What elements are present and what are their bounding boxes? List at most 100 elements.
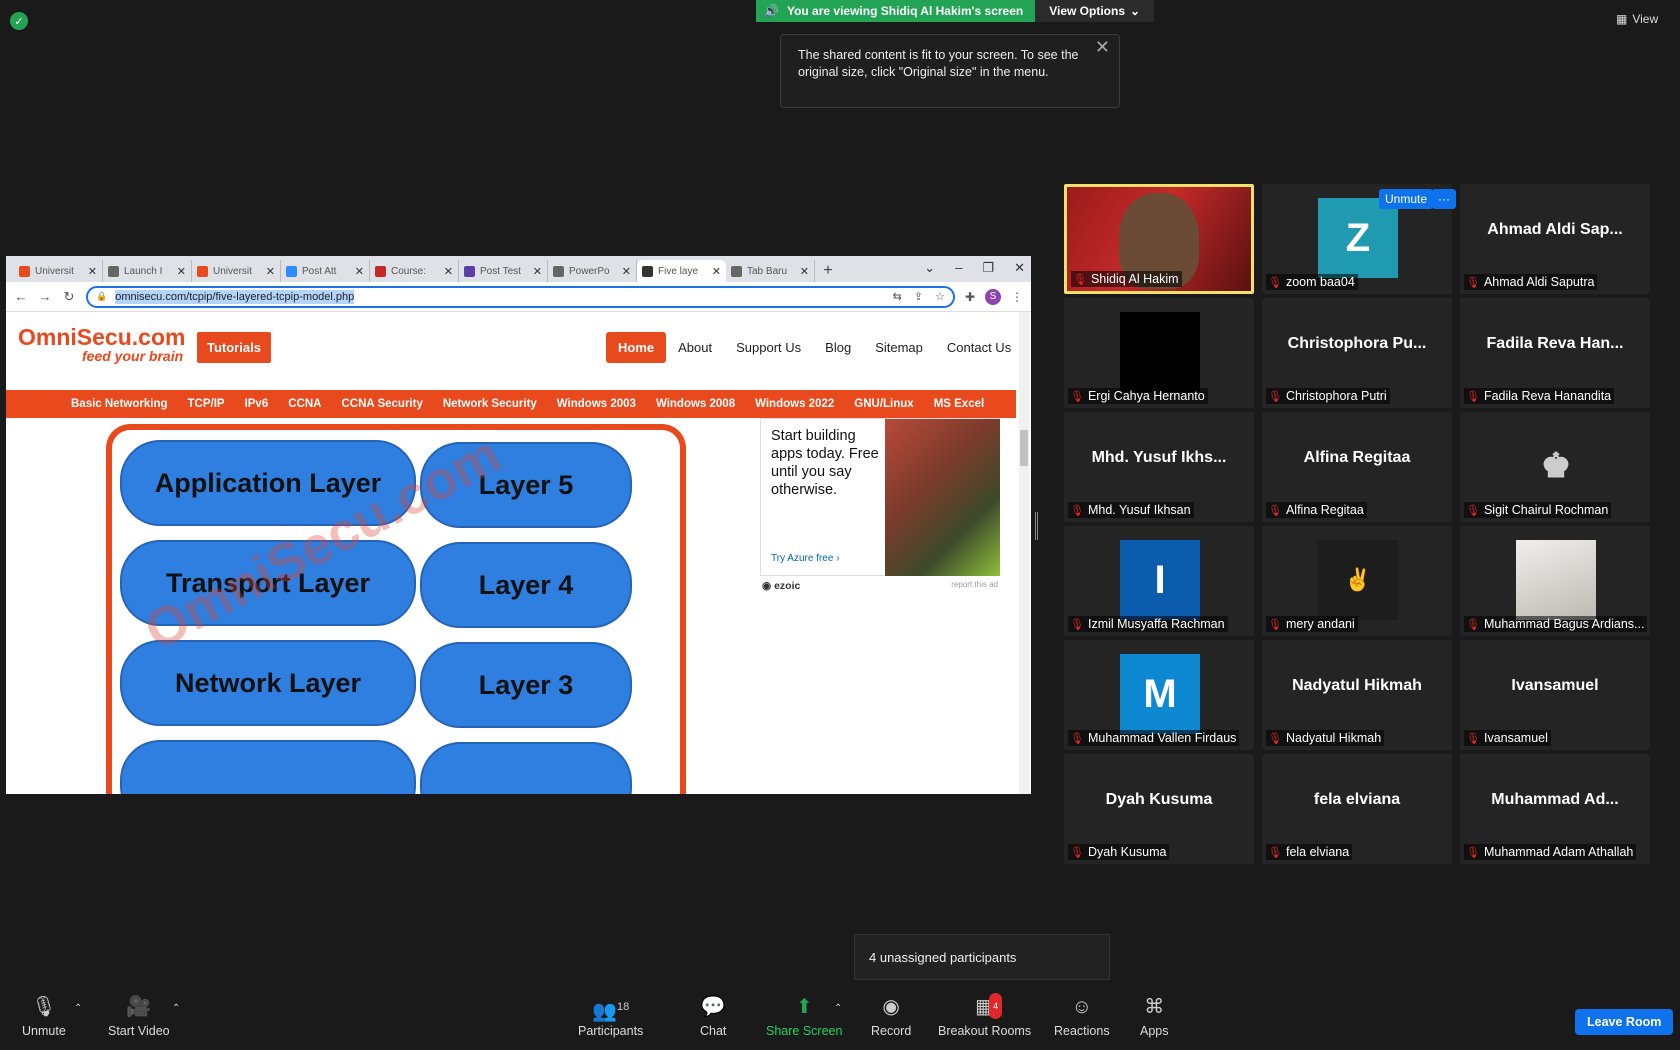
participant-tile[interactable]: Alfina Regitaa 🎙 Alfina Regitaa xyxy=(1262,412,1452,522)
participant-more-button[interactable]: ··· xyxy=(1432,189,1456,209)
participant-name: Dyah Kusuma xyxy=(1087,845,1167,859)
participants-button[interactable]: 👥18 Participants xyxy=(578,995,643,1038)
participant-tile[interactable]: I 🎙 Izmil Musyaffa Rachman xyxy=(1064,526,1254,636)
category-link[interactable]: Network Security xyxy=(433,398,547,410)
category-link[interactable]: Windows 2022 xyxy=(745,398,844,410)
participant-display-name: Mhd. Yusuf Ikhs... xyxy=(1091,449,1227,466)
participant-tile[interactable]: 🎙 Shidiq Al Hakim xyxy=(1064,184,1254,294)
share-screen-button[interactable]: ⬆ Share Screen xyxy=(766,995,842,1038)
muted-mic-icon: 🎙 xyxy=(1070,390,1084,403)
participant-tile[interactable]: Ahmad Aldi Sap... 🎙 Ahmad Aldi Saputra xyxy=(1460,184,1650,294)
nav-link[interactable]: Sitemap xyxy=(863,332,935,363)
photo-avatar xyxy=(1516,540,1596,620)
participant-tile[interactable]: ♚ 🎙 Sigit Chairul Rochman xyxy=(1460,412,1650,522)
browser-tab[interactable]: Universit ✕ xyxy=(14,260,103,282)
omnisecu-logo[interactable]: OmniSecu.com feed your brain xyxy=(18,324,185,364)
nav-link[interactable]: Support Us xyxy=(724,332,813,363)
share-options-caret-icon[interactable]: ⌃ xyxy=(834,1003,842,1014)
share-icon[interactable]: ⇪ xyxy=(914,290,923,303)
participant-tile[interactable]: ✌ 🎙 mery andani xyxy=(1262,526,1452,636)
participant-tile[interactable]: M 🎙 Muhammad Vallen Firdaus xyxy=(1064,640,1254,750)
minimize-icon[interactable]: – xyxy=(955,260,962,276)
reload-icon[interactable]: ↻ xyxy=(62,289,76,305)
panel-splitter-handle[interactable] xyxy=(1035,512,1038,540)
unmute-participant-button[interactable]: Unmute xyxy=(1379,189,1434,209)
category-link[interactable]: MS Excel xyxy=(924,398,995,410)
extensions-icon[interactable]: ✚ xyxy=(965,290,975,304)
participant-tile[interactable]: Fadila Reva Han... 🎙 Fadila Reva Hanandita xyxy=(1460,298,1650,408)
category-link[interactable]: TCP/IP xyxy=(178,398,235,410)
browser-tab[interactable]: Post Att ✕ xyxy=(281,260,370,282)
forward-icon[interactable]: → xyxy=(38,289,52,304)
browser-tab[interactable]: Tab Baru ✕ xyxy=(726,260,815,282)
layer-name-pill: Network Layer xyxy=(120,640,416,726)
reactions-button[interactable]: ☺ Reactions xyxy=(1054,995,1110,1038)
participant-tile[interactable]: Nadyatul Hikmah 🎙 Nadyatul Hikmah xyxy=(1262,640,1452,750)
breakout-rooms-button[interactable]: ▦ 4 Breakout Rooms xyxy=(938,993,1031,1038)
tutorials-button[interactable]: Tutorials xyxy=(197,332,271,363)
video-options-caret-icon[interactable]: ⌃ xyxy=(172,1003,180,1014)
browser-tab[interactable]: Universit ✕ xyxy=(192,260,281,282)
restore-icon[interactable]: ❐ xyxy=(982,260,994,276)
participant-tile[interactable]: Mhd. Yusuf Ikhs... 🎙 Mhd. Yusuf Ikhsan xyxy=(1064,412,1254,522)
category-link[interactable]: Windows 2008 xyxy=(646,398,745,410)
nav-link[interactable]: About xyxy=(666,332,724,363)
category-link[interactable]: Basic Networking xyxy=(61,398,178,410)
browser-tab[interactable]: Launch I ✕ xyxy=(103,260,192,282)
record-button[interactable]: ◉ Record xyxy=(871,995,911,1038)
security-shield-icon[interactable]: ✓ xyxy=(10,12,28,30)
url-input[interactable]: 🔒 omnisecu.com/tcpip/five-layered-tcpip-… xyxy=(86,285,955,308)
nav-link[interactable]: Home xyxy=(606,332,667,363)
chat-button[interactable]: 💬 Chat xyxy=(700,995,726,1038)
participant-tile[interactable]: fela elviana 🎙 fela elviana xyxy=(1262,754,1452,864)
bookmark-star-icon[interactable]: ☆ xyxy=(935,290,945,303)
page-scrollbar[interactable] xyxy=(1019,312,1029,794)
azure-ad[interactable]: Start building apps today. Free until yo… xyxy=(760,418,1000,576)
browser-tab[interactable]: Five laye ✕ xyxy=(637,260,726,282)
participant-tile[interactable]: 🎙 Muhammad Bagus Ardians... xyxy=(1460,526,1650,636)
close-tab-icon[interactable]: ✕ xyxy=(444,265,453,278)
ad-cta-link[interactable]: Try Azure free › xyxy=(771,553,840,564)
close-tab-icon[interactable]: ✕ xyxy=(355,265,364,278)
scrollbar-thumb[interactable] xyxy=(1020,430,1028,466)
browser-tab[interactable]: PowerPo ✕ xyxy=(548,260,637,282)
view-button[interactable]: ▦ View xyxy=(1616,12,1658,26)
participant-tile[interactable]: Ivansamuel 🎙 Ivansamuel xyxy=(1460,640,1650,750)
report-ad-link[interactable]: report this ad xyxy=(951,580,998,592)
leave-room-button[interactable]: Leave Room xyxy=(1575,1009,1674,1035)
nav-link[interactable]: Blog xyxy=(813,332,863,363)
browser-tab[interactable]: Course: ✕ xyxy=(370,260,459,282)
nav-link[interactable]: Contact Us xyxy=(935,332,1023,363)
participant-tile[interactable]: Dyah Kusuma 🎙 Dyah Kusuma xyxy=(1064,754,1254,864)
close-tab-icon[interactable]: ✕ xyxy=(533,265,542,278)
tab-search-icon[interactable]: ⌄ xyxy=(924,260,935,276)
category-link[interactable]: CCNA Security xyxy=(331,398,432,410)
browser-menu-icon[interactable]: ⋮ xyxy=(1011,290,1023,304)
unmute-button[interactable]: 🎙 Unmute xyxy=(22,995,66,1038)
category-link[interactable]: GNU/Linux xyxy=(844,398,923,410)
translate-icon[interactable]: ⇆ xyxy=(893,290,902,303)
close-window-icon[interactable]: ✕ xyxy=(1014,260,1025,276)
close-tab-icon[interactable]: ✕ xyxy=(800,265,809,278)
close-icon[interactable]: ✕ xyxy=(1095,38,1110,56)
category-link[interactable]: CCNA xyxy=(278,398,331,410)
participant-tile[interactable]: Muhammad Ad... 🎙 Muhammad Adam Athallah xyxy=(1460,754,1650,864)
close-tab-icon[interactable]: ✕ xyxy=(177,265,186,278)
audio-options-caret-icon[interactable]: ⌃ xyxy=(74,1003,82,1014)
close-tab-icon[interactable]: ✕ xyxy=(266,265,275,278)
close-tab-icon[interactable]: ✕ xyxy=(712,265,721,278)
category-link[interactable]: IPv6 xyxy=(235,398,279,410)
back-icon[interactable]: ← xyxy=(14,289,28,304)
close-tab-icon[interactable]: ✕ xyxy=(88,265,97,278)
participant-tile[interactable]: Christophora Pu... 🎙 Christophora Putri xyxy=(1262,298,1452,408)
profile-avatar[interactable]: S xyxy=(985,288,1001,305)
view-options-button[interactable]: View Options ⌄ xyxy=(1035,0,1155,22)
category-link[interactable]: Windows 2003 xyxy=(547,398,646,410)
participant-tile[interactable]: 🎙 Ergi Cahya Hernanto xyxy=(1064,298,1254,408)
browser-tab[interactable]: Post Test ✕ xyxy=(459,260,548,282)
unassigned-participants-popup[interactable]: 4 unassigned participants xyxy=(854,934,1110,980)
start-video-button[interactable]: 🎥 Start Video xyxy=(108,995,170,1038)
apps-button[interactable]: ⌘ Apps xyxy=(1140,995,1169,1038)
new-tab-button[interactable]: + xyxy=(815,260,841,282)
close-tab-icon[interactable]: ✕ xyxy=(622,265,631,278)
